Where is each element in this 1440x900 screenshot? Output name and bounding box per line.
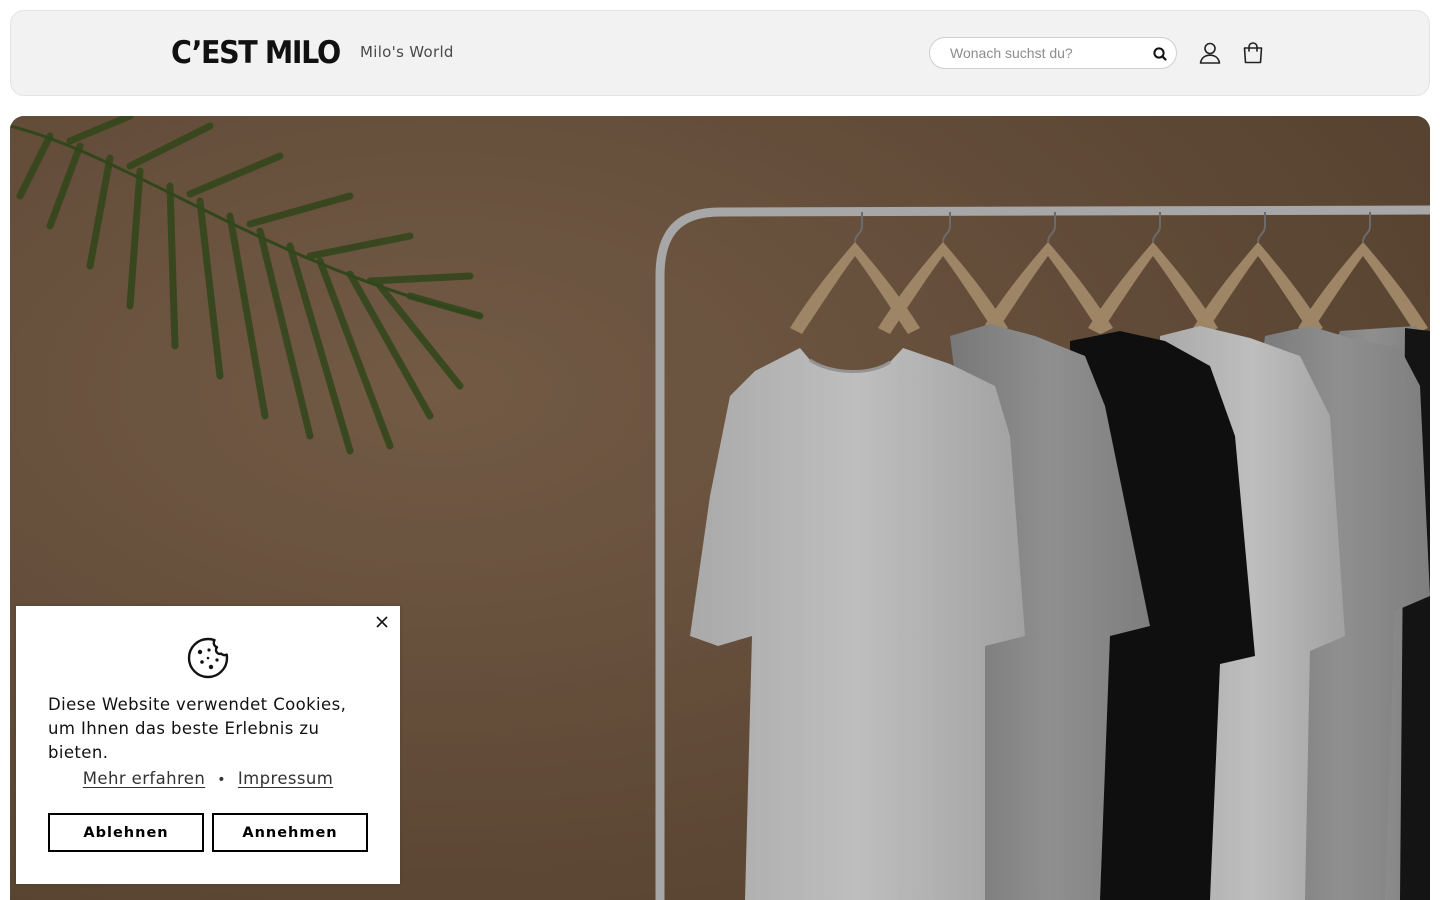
imprint-link[interactable]: Impressum <box>238 769 333 788</box>
cookie-links: Mehr erfahren • Impressum <box>16 769 400 788</box>
cookie-message: Diese Website verwendet Cookies, um Ihne… <box>48 695 347 762</box>
search-button[interactable] <box>1150 44 1170 64</box>
t-shirts <box>690 324 1430 900</box>
learn-more-link[interactable]: Mehr erfahren <box>83 769 205 788</box>
search-input[interactable] <box>948 38 1148 68</box>
cart-button[interactable] <box>1240 40 1266 66</box>
search-bar <box>929 37 1177 69</box>
cookie-icon <box>187 637 229 679</box>
cookie-close-button[interactable] <box>372 612 392 632</box>
site-header: C’EST MILO Milo's World <box>10 10 1430 96</box>
accept-cookies-button[interactable]: Annehmen <box>212 813 368 852</box>
link-separator: • <box>217 772 226 788</box>
shopping-bag-icon <box>1243 42 1263 64</box>
search-icon <box>1153 47 1167 61</box>
nav-link-milos-world[interactable]: Milo's World <box>360 43 454 61</box>
close-icon <box>376 616 388 628</box>
account-button[interactable] <box>1197 40 1223 66</box>
user-icon <box>1199 42 1221 64</box>
cookie-banner: Diese Website verwendet Cookies, um Ihne… <box>16 606 400 884</box>
decline-cookies-button[interactable]: Ablehnen <box>48 813 204 852</box>
site-logo[interactable]: C’EST MILO <box>171 35 341 71</box>
